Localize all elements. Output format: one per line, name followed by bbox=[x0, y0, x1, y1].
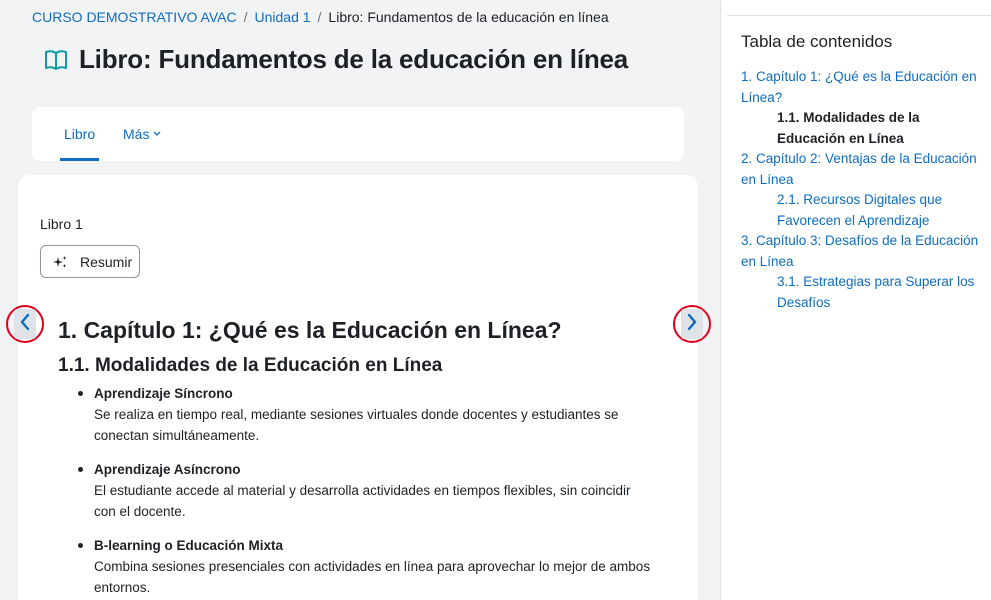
page-title: Libro: Fundamentos de la educación en lí… bbox=[79, 44, 629, 74]
breadcrumb-unit-link[interactable]: Unidad 1 bbox=[254, 9, 310, 25]
breadcrumb-course-link[interactable]: CURSO DEMOSTRATIVO AVAC bbox=[32, 9, 237, 25]
next-page-button[interactable] bbox=[673, 305, 711, 343]
list-item-text: Se realiza en tiempo real, mediante sesi… bbox=[94, 407, 619, 443]
section-heading: 1.1. Modalidades de la Educación en Líne… bbox=[58, 355, 443, 376]
breadcrumb: CURSO DEMOSTRATIVO AVAC / Unidad 1 / Libro: … bbox=[32, 8, 609, 26]
summarize-button[interactable]: Resumir bbox=[40, 245, 140, 278]
list-item-text: El estudiante accede al material y desar… bbox=[94, 483, 631, 519]
chevron-down-icon bbox=[153, 131, 161, 137]
toc-item-chapter-3[interactable]: 3. Capítulo 3: Desafíos de la Educación … bbox=[741, 231, 981, 272]
chevron-left-icon bbox=[19, 313, 31, 336]
toc-item-current: 1.1. Modalidades de la Educación en Líne… bbox=[777, 110, 920, 146]
list-item-title: B-learning o Educación Mixta bbox=[94, 538, 284, 553]
drawer-divider bbox=[727, 15, 991, 16]
list-item: Aprendizaje Síncrono Se realiza en tiemp… bbox=[76, 383, 656, 446]
toc-list: 1. Capítulo 1: ¿Qué es la Educación en L… bbox=[741, 67, 981, 313]
toc-item-chapter-1[interactable]: 1. Capítulo 1: ¿Qué es la Educación en L… bbox=[741, 67, 981, 108]
tab-libro[interactable]: Libro bbox=[59, 107, 100, 161]
breadcrumb-current: Libro: Fundamentos de la educación en lí… bbox=[328, 9, 609, 25]
list-item-title: Aprendizaje Síncrono bbox=[94, 386, 233, 401]
breadcrumb-separator: / bbox=[317, 9, 322, 25]
list-item: B-learning o Educación Mixta Combina ses… bbox=[76, 535, 656, 598]
chapter-heading: 1. Capítulo 1: ¿Qué es la Educación en L… bbox=[58, 317, 562, 343]
breadcrumb-separator: / bbox=[243, 9, 248, 25]
book-label: Libro 1 bbox=[40, 216, 83, 232]
list-item: Aprendizaje Asíncrono El estudiante acce… bbox=[76, 459, 656, 522]
modalities-list: Aprendizaje Síncrono Se realiza en tiemp… bbox=[76, 383, 656, 600]
tab-more[interactable]: Más bbox=[123, 107, 161, 161]
toc-item-section-3-1[interactable]: 3.1. Estrategias para Superar los Desafí… bbox=[741, 272, 981, 313]
book-icon bbox=[44, 48, 68, 72]
page-header: Libro: Fundamentos de la educación en lí… bbox=[44, 44, 628, 75]
sparkle-icon bbox=[52, 255, 68, 269]
tab-more-label: Más bbox=[123, 126, 150, 142]
previous-page-button[interactable] bbox=[6, 305, 44, 343]
toc-drawer: Tabla de contenidos 1. Capítulo 1: ¿Qué … bbox=[720, 0, 991, 600]
main-region: CURSO DEMOSTRATIVO AVAC / Unidad 1 / Libro: … bbox=[0, 0, 720, 600]
toc-item-section-2-1[interactable]: 2.1. Recursos Digitales que Favorecen el… bbox=[741, 190, 981, 231]
book-content-card: Libro 1 Resumir 1. Capítulo 1: ¿Qué es l… bbox=[18, 175, 698, 600]
secondary-navigation: Libro Más bbox=[32, 107, 684, 161]
summarize-button-label: Resumir bbox=[80, 253, 133, 270]
list-item-title: Aprendizaje Asíncrono bbox=[94, 462, 241, 477]
toc-item-chapter-2[interactable]: 2. Capítulo 2: Ventajas de la Educación … bbox=[741, 149, 981, 190]
toc-title: Tabla de contenidos bbox=[741, 32, 893, 51]
chevron-right-icon bbox=[686, 313, 698, 336]
list-item-text: Combina sesiones presenciales con activi… bbox=[94, 559, 651, 595]
